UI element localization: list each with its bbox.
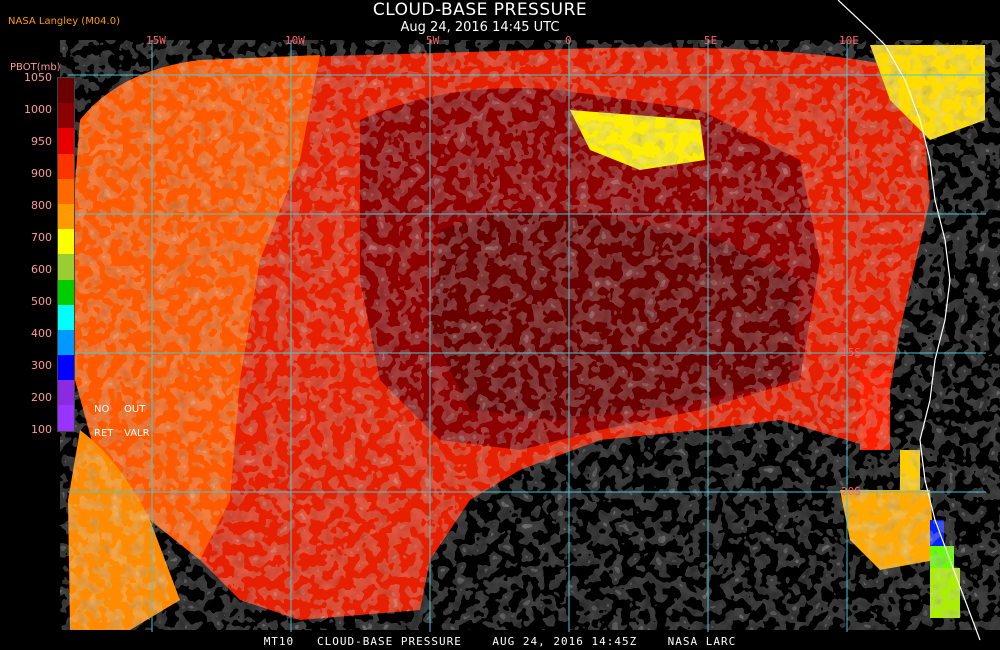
- color-scale-segment: [58, 103, 74, 129]
- legend-note-no: NO: [94, 404, 110, 415]
- color-scale-segment: [58, 254, 74, 280]
- color-scale-label: 300: [31, 359, 52, 372]
- color-scale-label: 400: [31, 327, 52, 340]
- legend-note-out: OUT: [124, 404, 146, 415]
- color-scale-segment: [58, 304, 74, 330]
- lon-label-15w: 15W: [146, 34, 166, 47]
- color-scale-segment: [58, 355, 74, 381]
- color-scale-label: 500: [31, 295, 52, 308]
- lon-label-5w: 5W: [426, 34, 440, 47]
- agency-label: NASA Langley (M04.0): [8, 16, 120, 27]
- color-scale-label: 1000: [24, 103, 52, 116]
- lat-label-20s: 20S: [841, 485, 861, 498]
- color-scale-segment: [58, 329, 74, 356]
- color-scale-segment: [58, 229, 74, 255]
- color-scale-label: 800: [31, 199, 52, 212]
- color-scale-segment: [58, 153, 74, 179]
- color-scale-segment: [58, 380, 74, 406]
- color-scale-label: 700: [31, 231, 52, 244]
- timestamp: Aug 24, 2016 14:45 UTC: [400, 20, 560, 35]
- color-scale-label: 200: [31, 391, 52, 404]
- color-scale-segment: [58, 279, 74, 305]
- lon-label-10w: 10W: [285, 34, 305, 47]
- legend-note-ret: RET: [94, 428, 114, 439]
- lon-label-5e: 5E: [704, 34, 717, 47]
- color-scale-label: 1050: [24, 71, 52, 84]
- lat-label-15s: 15S: [841, 346, 861, 359]
- lon-label-10e: 10E: [839, 34, 859, 47]
- cloud-base-pressure-map: 15W 10W 5W 0 5E 10E 15S 20S: [0, 0, 1000, 650]
- footer-caption: MT10 CLOUD-BASE PRESSURE AUG 24, 2016 14…: [263, 635, 737, 648]
- page-title: CLOUD-BASE PRESSURE: [372, 0, 588, 20]
- color-scale-segment: [58, 203, 74, 230]
- color-scale-segment: [58, 78, 74, 104]
- color-scale-label: 600: [31, 263, 52, 276]
- color-scale-segment: [58, 128, 74, 154]
- color-scale-segment: [58, 405, 74, 431]
- color-scale-bar: [57, 77, 75, 432]
- color-scale-segment: [58, 178, 74, 204]
- lon-label-0: 0: [565, 34, 572, 47]
- color-scale-label: 950: [31, 135, 52, 148]
- color-scale-label: 900: [31, 167, 52, 180]
- color-scale-label: 100: [31, 423, 52, 436]
- legend-note-valr: VALR: [124, 428, 150, 439]
